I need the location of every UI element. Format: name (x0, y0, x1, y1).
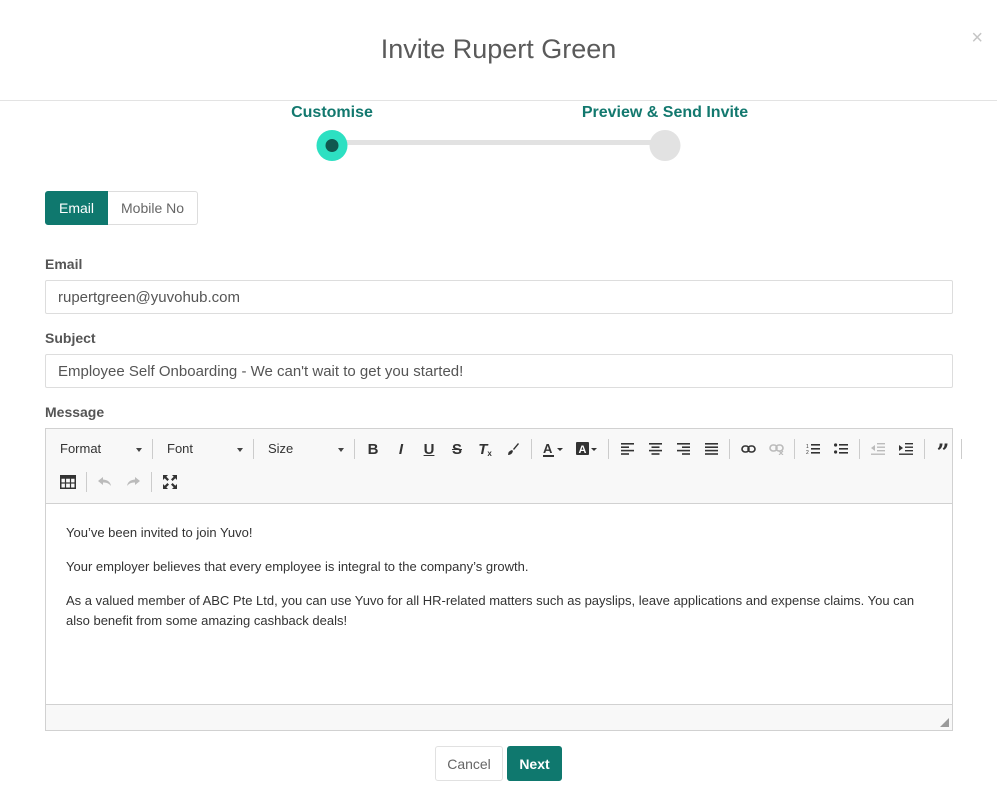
resize-handle-icon[interactable] (940, 718, 949, 727)
message-paragraph: Your employer believes that every employ… (66, 559, 529, 574)
unlink-icon[interactable] (762, 435, 790, 463)
maximize-icon[interactable] (156, 468, 184, 496)
table-icon[interactable] (54, 468, 82, 496)
remove-format-icon[interactable]: Tx (471, 435, 499, 463)
message-label: Message (45, 404, 105, 420)
subject-field[interactable] (45, 354, 953, 388)
font-dropdown[interactable]: Font (157, 435, 249, 463)
subject-label: Subject (45, 330, 96, 346)
modal-title: Invite Rupert Green (380, 34, 617, 64)
editor-content[interactable]: You’ve been invited to join Yuvo! Your e… (46, 504, 952, 704)
format-dropdown[interactable]: Format (50, 435, 148, 463)
editor-statusbar (46, 704, 952, 730)
svg-text:A: A (543, 441, 553, 456)
toolbar-separator (794, 439, 795, 459)
align-center-icon[interactable] (641, 435, 669, 463)
toolbar-separator (608, 439, 609, 459)
editor-toolbar: Format Font Size B I U S Tx A A 1 2 ” (46, 429, 962, 504)
email-toggle-button[interactable]: Email (45, 191, 109, 225)
background-color-icon[interactable]: A (570, 435, 604, 463)
toolbar-separator (354, 439, 355, 459)
step-indicator-preview-send (649, 130, 681, 161)
bulleted-list-icon[interactable] (827, 435, 855, 463)
next-button[interactable]: Next (507, 746, 562, 781)
underline-icon[interactable]: U (415, 435, 443, 463)
message-paragraph: You’ve been invited to join Yuvo! (66, 525, 253, 540)
toolbar-separator (729, 439, 730, 459)
toolbar-separator (531, 439, 532, 459)
step-track (332, 140, 666, 145)
email-label: Email (45, 256, 83, 272)
outdent-icon[interactable] (864, 435, 892, 463)
align-right-icon[interactable] (669, 435, 697, 463)
justify-icon[interactable] (697, 435, 725, 463)
contact-method-toggle: Email Mobile No (45, 191, 199, 225)
toolbar-separator (86, 472, 87, 492)
toolbar-separator (961, 439, 962, 459)
message-editor: Format Font Size B I U S Tx A A 1 2 ” Yo… (45, 428, 962, 731)
toolbar-separator (151, 472, 152, 492)
modal-header: Invite Rupert Green × (0, 0, 997, 101)
size-dropdown[interactable]: Size (258, 435, 350, 463)
mobile-no-toggle-button[interactable]: Mobile No (108, 191, 199, 225)
toolbar-separator (924, 439, 925, 459)
indent-icon[interactable] (892, 435, 920, 463)
redo-icon[interactable] (119, 468, 147, 496)
align-left-icon[interactable] (613, 435, 641, 463)
numbered-list-icon[interactable]: 12 (799, 435, 827, 463)
text-color-icon[interactable]: A (536, 435, 570, 463)
step-label-preview-send: Preview & Send Invite (581, 104, 749, 121)
italic-icon[interactable]: I (387, 435, 415, 463)
link-icon[interactable] (734, 435, 762, 463)
toolbar-separator (253, 439, 254, 459)
close-icon[interactable]: × (971, 28, 983, 48)
svg-text:2: 2 (806, 450, 809, 455)
progress-stepper: Customise Preview & Send Invite (0, 101, 997, 171)
step-indicator-customise (316, 130, 348, 161)
svg-text:A: A (579, 444, 587, 456)
undo-icon[interactable] (91, 468, 119, 496)
step-label-customise: Customise (291, 104, 373, 121)
email-field[interactable] (45, 280, 953, 314)
message-paragraph: As a valued member of ABC Pte Ltd, you c… (66, 593, 915, 628)
cancel-button[interactable]: Cancel (435, 746, 503, 781)
toolbar-separator (859, 439, 860, 459)
bold-icon[interactable]: B (359, 435, 387, 463)
blockquote-icon[interactable]: ” (929, 435, 957, 466)
strikethrough-icon[interactable]: S (443, 435, 471, 463)
copy-format-icon[interactable] (499, 435, 527, 463)
toolbar-separator (152, 439, 153, 459)
